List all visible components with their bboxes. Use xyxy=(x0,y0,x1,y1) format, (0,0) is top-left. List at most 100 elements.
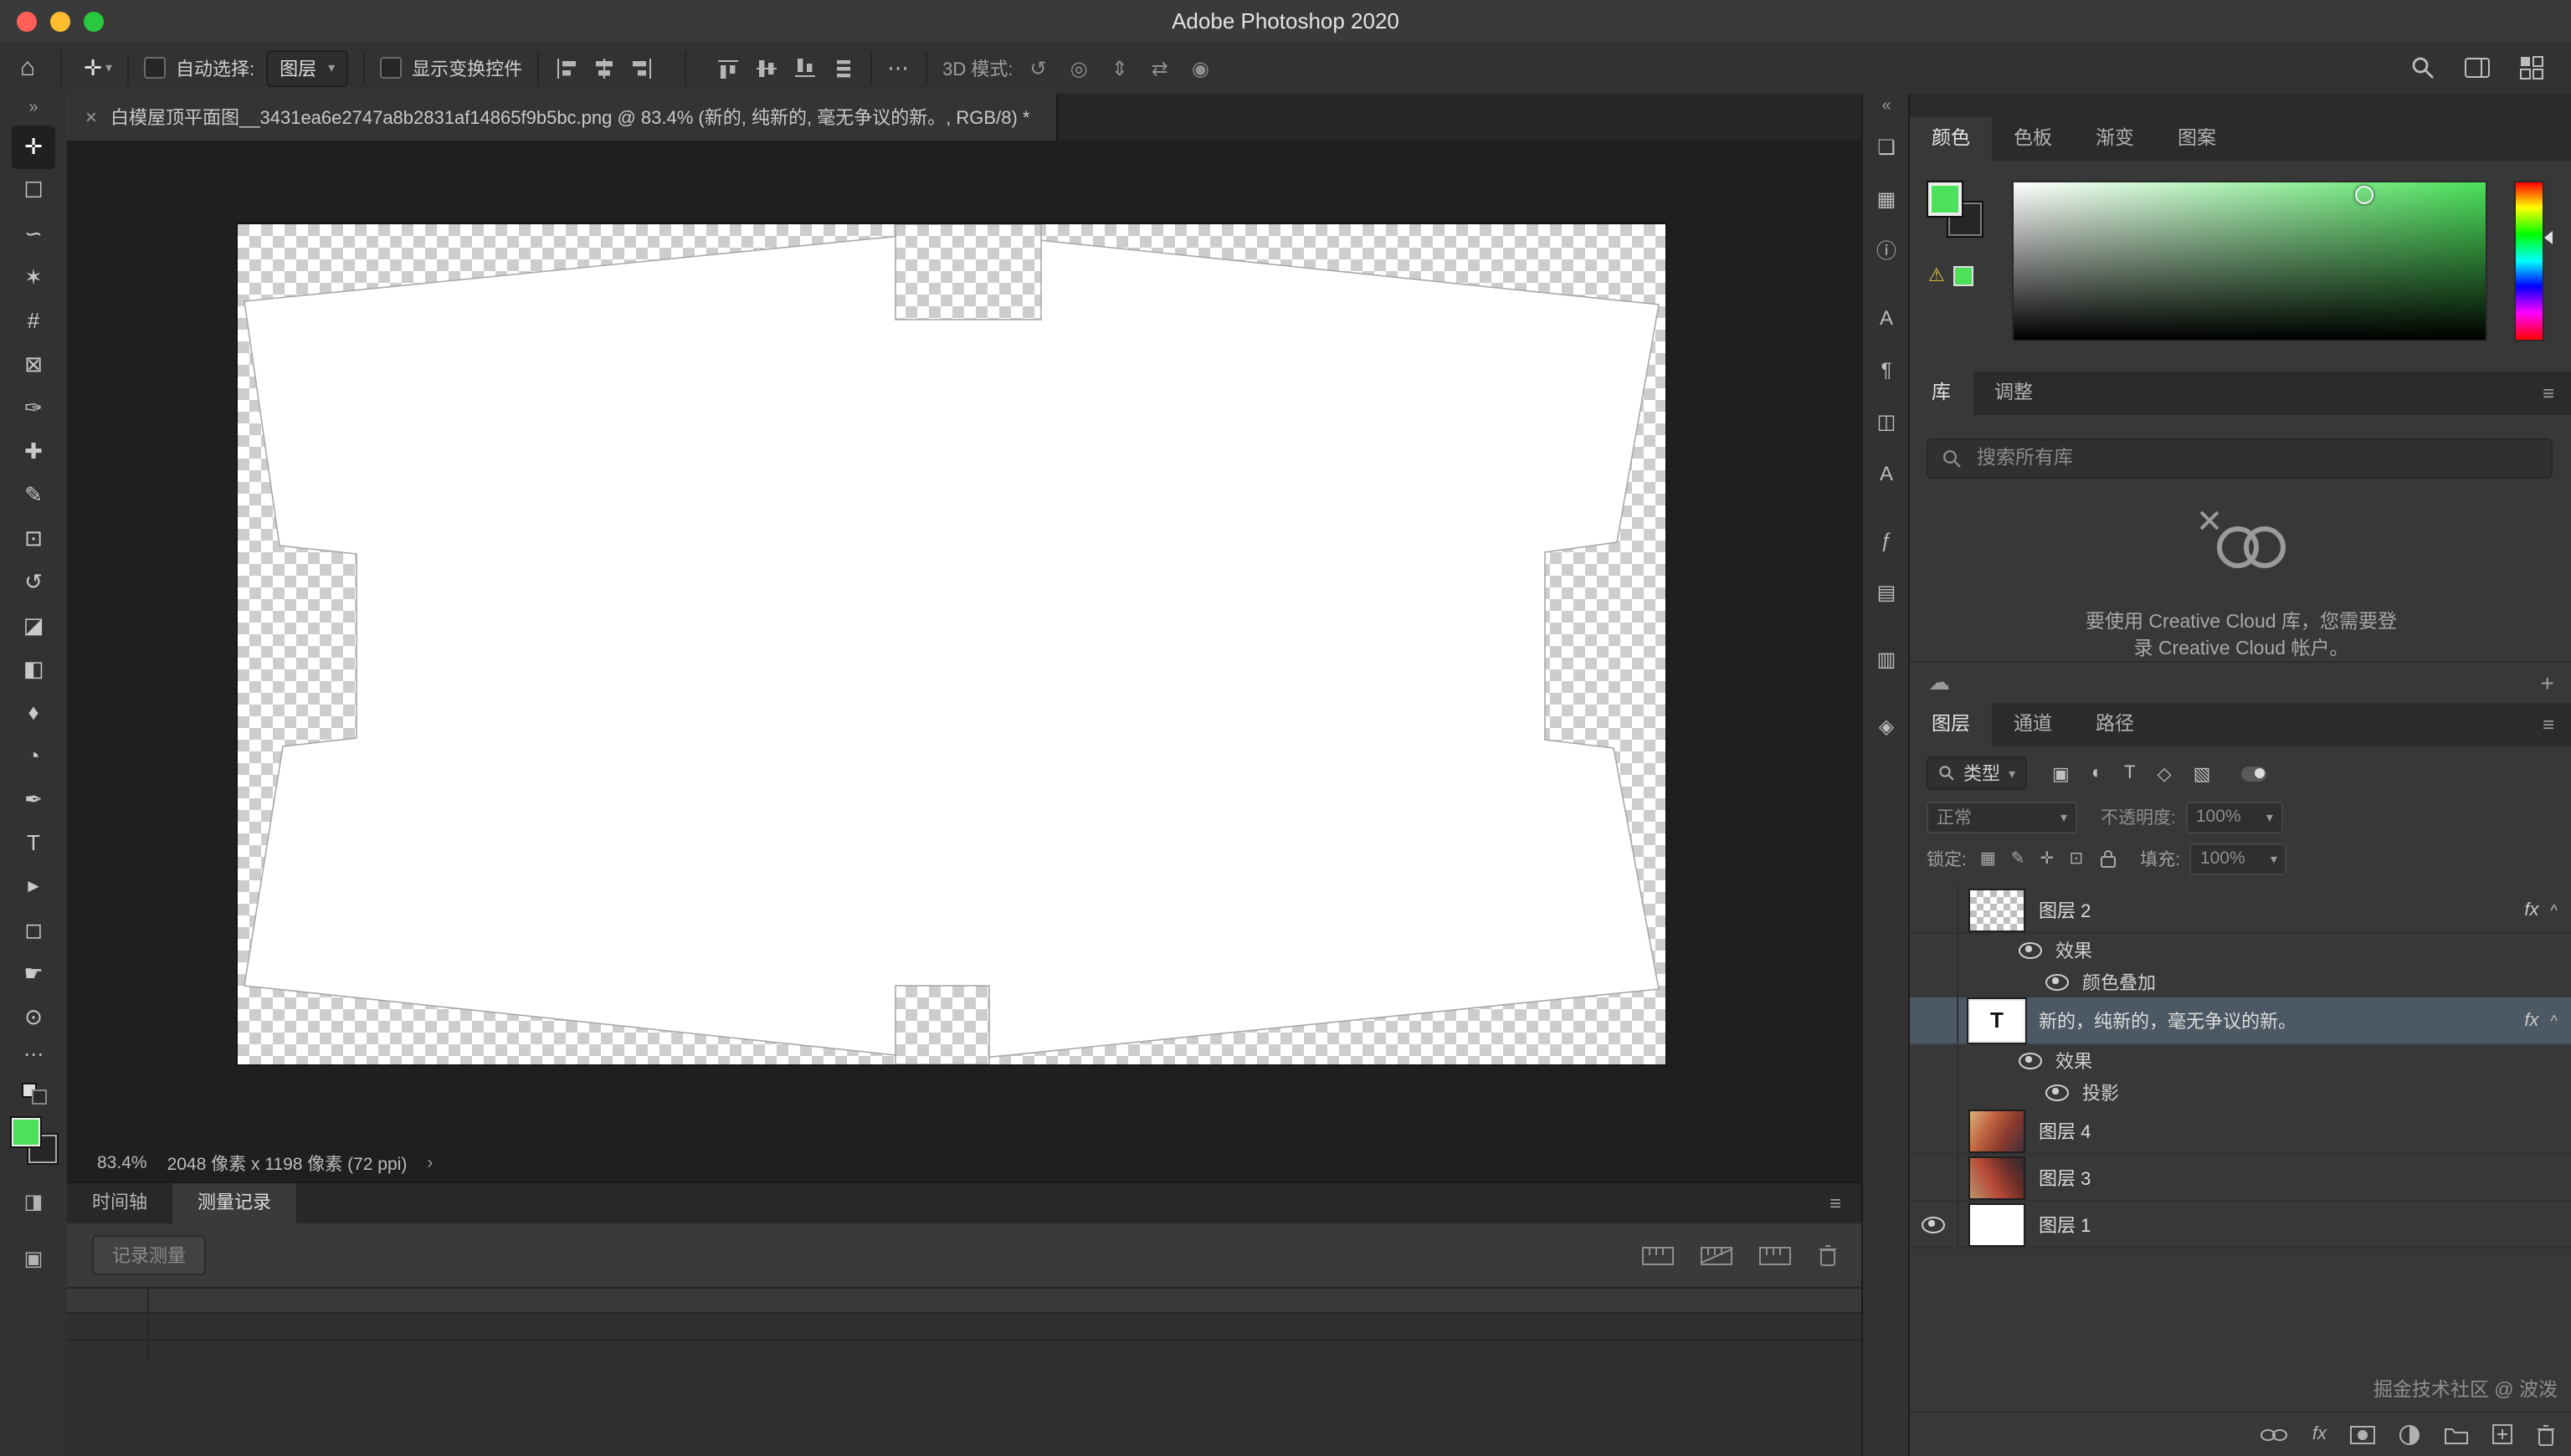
filter-smart-objects-icon[interactable]: ▧ xyxy=(2194,762,2211,784)
gradient-tool[interactable]: ◧ xyxy=(12,648,55,691)
gamut-color-swatch[interactable] xyxy=(1953,265,1973,285)
close-window-button[interactable] xyxy=(17,11,37,31)
align-middle-vertical-icon[interactable] xyxy=(755,56,778,79)
text-layer-thumbnail[interactable]: T xyxy=(1970,1000,2024,1040)
document-canvas-image[interactable] xyxy=(238,224,1665,1064)
trash-icon[interactable] xyxy=(1818,1243,1838,1267)
layer-name[interactable]: 图层 4 xyxy=(2039,1117,2571,1144)
3d-slide-icon[interactable]: ⇄ xyxy=(1152,56,1168,79)
effects-group-row[interactable]: 效果 xyxy=(1910,934,2571,966)
layer-thumbnail[interactable] xyxy=(1970,1157,2024,1197)
align-right-icon[interactable] xyxy=(631,56,654,79)
visibility-cell[interactable] xyxy=(1910,997,1958,1043)
status-chevron-icon[interactable]: › xyxy=(427,1153,433,1173)
eyedropper-tool[interactable]: ✑ xyxy=(12,387,55,430)
effect-visibility-eye-icon[interactable] xyxy=(2019,1052,2042,1069)
pen-tool[interactable]: ✒ xyxy=(12,778,55,822)
more-options-icon[interactable]: ⋯ xyxy=(887,54,911,81)
visibility-eye-icon[interactable] xyxy=(1922,1216,1945,1233)
quick-mask-icon[interactable]: ◨ xyxy=(12,1183,55,1220)
3d-pan-icon[interactable]: ⇕ xyxy=(1111,56,1128,79)
lock-image-icon[interactable]: ✎ xyxy=(2011,849,2025,868)
lock-transparent-icon[interactable]: ▦ xyxy=(1980,849,1996,868)
layer-mask-icon[interactable] xyxy=(2350,1425,2375,1443)
add-library-icon[interactable]: + xyxy=(2541,669,2554,696)
tab-layers[interactable]: 图层 xyxy=(1910,703,1992,746)
effect-row[interactable]: 颜色叠加 xyxy=(1910,966,2571,997)
tab-libraries[interactable]: 库 xyxy=(1910,372,1973,415)
glyphs-panel-icon[interactable]: ◫ xyxy=(1868,403,1905,440)
layer-row[interactable]: 图层 4 xyxy=(1910,1108,2571,1155)
search-icon[interactable] xyxy=(2410,55,2435,80)
marquee-tool[interactable]: ☐ xyxy=(12,169,55,213)
align-left-icon[interactable] xyxy=(554,56,577,79)
3d-camera-icon[interactable]: ◉ xyxy=(1192,56,1209,79)
close-document-icon[interactable]: × xyxy=(85,105,97,129)
brush-tool[interactable]: ✎ xyxy=(12,474,55,517)
foreground-color-swatch[interactable] xyxy=(11,1118,39,1146)
library-search-input[interactable] xyxy=(1973,447,2538,470)
zoom-level[interactable]: 83.4% xyxy=(97,1153,147,1173)
eraser-tool[interactable]: ◪ xyxy=(12,604,55,648)
panel-menu-icon[interactable]: ≡ xyxy=(1829,1183,1861,1223)
type-tool[interactable]: T xyxy=(12,822,55,865)
layer-fx-badge[interactable]: fx xyxy=(2524,900,2538,920)
meas-export-icon[interactable] xyxy=(1759,1246,1791,1264)
layer-row[interactable]: 图层 1 xyxy=(1910,1202,2571,1248)
history-brush-tool[interactable]: ↺ xyxy=(12,561,55,604)
filter-pixel-layers-icon[interactable]: ▣ xyxy=(2052,762,2070,784)
canvas-area[interactable] xyxy=(67,141,1861,1145)
collapse-effects-icon[interactable]: ^ xyxy=(2551,1012,2558,1028)
lock-all-icon[interactable] xyxy=(2098,848,2117,869)
path-select-tool[interactable]: ► xyxy=(12,865,55,909)
record-measurements-button[interactable]: 记录测量 xyxy=(92,1235,206,1275)
layer-row[interactable]: 图层 3 xyxy=(1910,1155,2571,1202)
frame-tool[interactable]: ⊠ xyxy=(12,343,55,387)
workspace-switcher-icon[interactable] xyxy=(2464,55,2491,80)
screen-mode-icon[interactable]: ▣ xyxy=(12,1240,55,1277)
effect-visibility-eye-icon[interactable] xyxy=(2045,1084,2069,1100)
layer-style-icon[interactable]: fx xyxy=(2312,1424,2327,1444)
delete-layer-trash-icon[interactable] xyxy=(2536,1423,2556,1445)
panel-menu-icon[interactable]: ≡ xyxy=(2543,372,2571,415)
shape-tool[interactable]: ◻ xyxy=(12,909,55,952)
layer-name[interactable]: 图层 3 xyxy=(2039,1164,2571,1191)
paragraph-styles-panel-icon[interactable]: ƒ xyxy=(1868,522,1905,559)
tab-channels[interactable]: 通道 xyxy=(1992,703,2074,746)
visibility-cell[interactable] xyxy=(1910,1044,1958,1076)
filter-adjustment-layers-icon[interactable]: ◐ xyxy=(2091,762,2102,784)
opacity-dropdown[interactable]: 100% ▾ xyxy=(2186,801,2283,833)
hand-tool[interactable]: ☛ xyxy=(12,952,55,996)
library-search-box[interactable] xyxy=(1927,438,2553,479)
expand-panels-icon[interactable]: « xyxy=(1881,94,1891,129)
visibility-cell[interactable] xyxy=(1910,1076,1958,1108)
default-colors-icon[interactable] xyxy=(21,1083,46,1105)
effect-visibility-eye-icon[interactable] xyxy=(2019,941,2042,958)
move-tool[interactable]: ✛ xyxy=(12,126,55,169)
lock-artboard-icon[interactable]: ⊡ xyxy=(2069,849,2083,868)
layer-thumbnail[interactable] xyxy=(1970,1110,2024,1151)
tab-measurement-log[interactable]: 测量记录 xyxy=(172,1183,296,1223)
layer-thumbnail[interactable] xyxy=(1970,1204,2024,1244)
visibility-cell[interactable] xyxy=(1910,1155,1958,1200)
properties-panel-icon[interactable]: ❏ xyxy=(1868,129,1905,166)
home-icon[interactable]: ⌂ xyxy=(0,54,45,82)
properties2-panel-icon[interactable]: ▤ xyxy=(1868,574,1905,611)
paragraph-panel-icon[interactable]: ¶ xyxy=(1868,351,1905,388)
visibility-cell[interactable] xyxy=(1910,1202,1958,1247)
visibility-cell[interactable] xyxy=(1910,1108,1958,1153)
toolbar-expand-icon[interactable]: » xyxy=(28,94,38,126)
visibility-cell[interactable] xyxy=(1910,966,1958,997)
layer-row-selected[interactable]: T 新的，纯新的，毫无争议的新。 fx ^ xyxy=(1910,997,2571,1044)
new-group-folder-icon[interactable] xyxy=(2444,1425,2469,1443)
healing-brush-tool[interactable]: ✚ xyxy=(12,430,55,474)
layer-filter-toggle[interactable] xyxy=(2240,766,2266,781)
layer-name[interactable]: 新的，纯新的，毫无争议的新。 xyxy=(2039,1007,2524,1033)
meas-ruler-icon[interactable] xyxy=(1642,1246,1674,1264)
gamut-warning-icon[interactable]: ⚠ xyxy=(1928,264,1945,286)
dodge-tool[interactable]: ◔ xyxy=(12,735,55,778)
tab-paths[interactable]: 路径 xyxy=(2074,703,2156,746)
3d-orbit-icon[interactable]: ↺ xyxy=(1030,56,1047,79)
color-field[interactable] xyxy=(2012,181,2487,341)
effects-group-row[interactable]: 效果 xyxy=(1910,1044,2571,1076)
